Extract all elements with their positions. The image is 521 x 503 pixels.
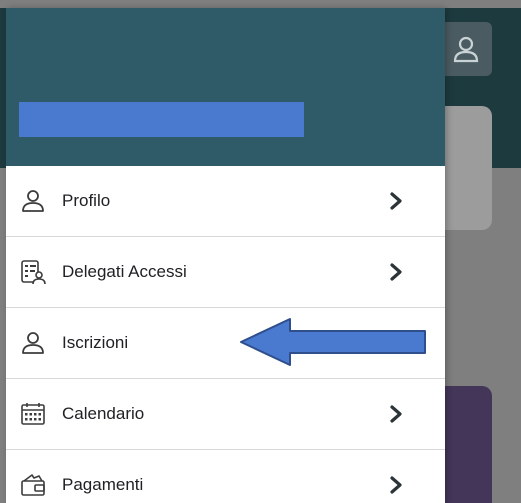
chevron-right-icon [390,192,402,210]
menu-item-pagamenti[interactable]: Pagamenti [6,450,445,503]
menu-item-label: Delegati Accessi [62,262,187,281]
menu-item-label: Profilo [62,191,111,210]
account-icon [453,36,479,63]
menu-item-label: Pagamenti [62,475,144,494]
person-icon [20,188,46,214]
menu-item-calendario[interactable]: Calendario [6,379,445,450]
menu-item-profilo[interactable]: Profilo [6,166,445,237]
annotation-arrow [240,318,426,366]
account-button[interactable] [440,22,492,76]
delegates-icon [20,259,46,285]
menu-item-label: Calendario [62,404,145,423]
person-icon [20,330,46,356]
navigation-drawer: Profilo Delegati Accessi Iscrizioni Cale… [6,8,445,503]
redacted-user-name [19,102,304,137]
wallet-icon [20,472,46,498]
drawer-header [6,8,445,166]
chevron-right-icon [390,476,402,494]
calendar-icon [20,401,46,427]
chevron-right-icon [390,263,402,281]
screen: Profilo Delegati Accessi Iscrizioni Cale… [0,0,521,503]
chevron-right-icon [390,405,402,423]
menu-item-delegati-accessi[interactable]: Delegati Accessi [6,237,445,308]
menu-item-label: Iscrizioni [62,333,129,352]
